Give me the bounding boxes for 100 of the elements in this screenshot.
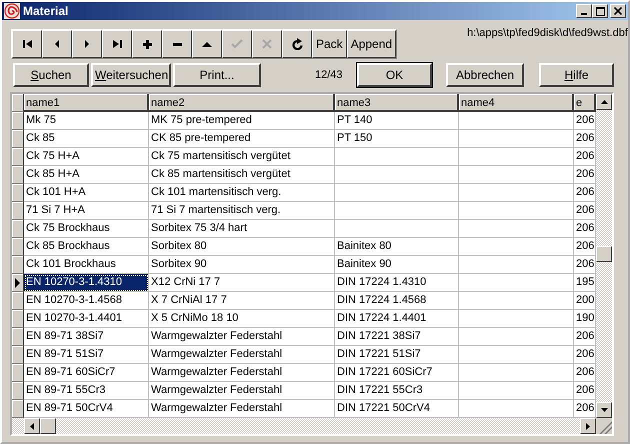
table-cell: 71 Si 7 martensitisch verg. bbox=[149, 202, 335, 220]
size-grip[interactable] bbox=[596, 418, 612, 434]
row-indicator bbox=[12, 94, 24, 112]
table-cell: Ck 85 martensitisch vergütet bbox=[149, 166, 335, 184]
table-cell: Bainitex 90 bbox=[335, 256, 459, 274]
toolbar-button[interactable]: Pack bbox=[312, 30, 347, 58]
vertical-scrollbar[interactable] bbox=[596, 94, 612, 418]
scroll-thumb[interactable] bbox=[596, 246, 612, 262]
scroll-right-button[interactable] bbox=[580, 418, 596, 434]
toolbar-button[interactable]: Append bbox=[346, 30, 396, 58]
table-cell: Warmgewalzter Federstahl bbox=[149, 364, 335, 382]
table-cell: Ck 85 bbox=[24, 130, 149, 148]
row-indicator[interactable] bbox=[12, 148, 24, 166]
table-cell: Sorbitex 75 3/4 hart bbox=[149, 220, 335, 238]
row-indicator[interactable] bbox=[12, 166, 24, 184]
row-indicator[interactable] bbox=[12, 238, 24, 256]
table-cell: EN 89-71 51Si7 bbox=[24, 346, 149, 364]
row-indicator[interactable] bbox=[12, 202, 24, 220]
table-cell: X 7 CrNiAl 17 7 bbox=[149, 292, 335, 310]
refresh-icon bbox=[292, 38, 302, 50]
dialog-button[interactable]: OK bbox=[357, 63, 432, 87]
table-cell: Ck 75 Brockhaus bbox=[24, 220, 149, 238]
table-cell: X12 CrNi 17 7 bbox=[149, 274, 335, 292]
row-indicator[interactable] bbox=[12, 346, 24, 364]
toolbar-button[interactable] bbox=[72, 30, 102, 58]
minimize-button[interactable] bbox=[576, 4, 592, 18]
toolbar-button[interactable] bbox=[12, 30, 42, 58]
scroll-down-button[interactable] bbox=[596, 402, 612, 418]
table-cell: EN 89-71 38Si7 bbox=[24, 328, 149, 346]
table-cell: Ck 75 H+A bbox=[24, 148, 149, 166]
table-cell: PT 140 bbox=[335, 112, 459, 130]
first-record-icon bbox=[22, 40, 32, 48]
toolbar-button[interactable] bbox=[42, 30, 72, 58]
plus-icon bbox=[142, 40, 152, 48]
up-triangle-icon bbox=[202, 42, 212, 46]
scroll-left-button[interactable] bbox=[24, 418, 40, 434]
toolbar-button[interactable] bbox=[192, 30, 222, 58]
up-arrow-icon bbox=[600, 100, 608, 104]
toolbar-button[interactable] bbox=[162, 30, 192, 58]
cross-icon bbox=[262, 39, 272, 49]
minus-icon bbox=[172, 42, 182, 46]
row-indicator[interactable] bbox=[12, 274, 24, 292]
dialog-button[interactable]: Abbrechen bbox=[446, 63, 524, 87]
table-cell: Ck 101 H+A bbox=[24, 184, 149, 202]
table-cell: Ck 85 H+A bbox=[24, 166, 149, 184]
column-header[interactable]: name1 bbox=[24, 94, 149, 112]
horizontal-scrollbar[interactable] bbox=[12, 418, 612, 434]
table-cell: EN 10270-3-1.4401 bbox=[24, 310, 149, 328]
scroll-thumb[interactable] bbox=[40, 418, 56, 434]
table-cell: Sorbitex 80 bbox=[149, 238, 335, 256]
table-cell: Ck 85 Brockhaus bbox=[24, 238, 149, 256]
row-indicator[interactable] bbox=[12, 364, 24, 382]
search-button[interactable]: Suchen bbox=[13, 63, 89, 87]
search-button[interactable]: Print... bbox=[173, 63, 261, 87]
row-indicator[interactable] bbox=[12, 382, 24, 400]
table-cell: EN 89-71 60SiCr7 bbox=[24, 364, 149, 382]
file-path: h:\apps\tp\fed9disk\d\fed9wst.dbf bbox=[467, 27, 628, 39]
row-indicator[interactable] bbox=[12, 130, 24, 148]
table-cell: DIN 17224 1.4401 bbox=[335, 310, 459, 328]
scroll-up-button[interactable] bbox=[596, 94, 612, 110]
dialog-button[interactable]: Hilfe bbox=[539, 63, 614, 87]
table-cell: Sorbitex 90 bbox=[149, 256, 335, 274]
search-button[interactable]: Weitersuchen bbox=[91, 63, 171, 87]
current-row-icon bbox=[15, 278, 20, 288]
table-cell: Mk 75 bbox=[24, 112, 149, 130]
close-button[interactable] bbox=[610, 4, 626, 18]
column-header[interactable]: name3 bbox=[335, 94, 459, 112]
row-indicator[interactable] bbox=[12, 292, 24, 310]
table-cell: 71 Si 7 H+A bbox=[24, 202, 149, 220]
table-cell: DIN 17221 60SiCr7 bbox=[335, 364, 459, 382]
previous-icon bbox=[55, 40, 59, 48]
table-cell: DIN 17221 38Si7 bbox=[335, 328, 459, 346]
table-cell: MK 75 pre-tempered bbox=[149, 112, 335, 130]
table-cell: EN 89-71 55Cr3 bbox=[24, 382, 149, 400]
table-cell: DIN 17224 1.4310 bbox=[335, 274, 459, 292]
table-cell: X 5 CrNiMo 18 10 bbox=[149, 310, 335, 328]
table-cell: Ck 101 martensitisch verg. bbox=[149, 184, 335, 202]
table-cell: EN 10270-3-1.4568 bbox=[24, 292, 149, 310]
row-indicator[interactable] bbox=[12, 328, 24, 346]
record-counter: 12/43 bbox=[315, 69, 343, 81]
row-indicator[interactable] bbox=[12, 310, 24, 328]
table-cell: Bainitex 80 bbox=[335, 238, 459, 256]
maximize-button[interactable] bbox=[592, 4, 608, 18]
row-indicator[interactable] bbox=[12, 220, 24, 238]
left-arrow-icon bbox=[30, 422, 34, 430]
column-header[interactable]: name4 bbox=[459, 94, 574, 112]
toolbar-button[interactable] bbox=[132, 30, 162, 58]
table-cell: Warmgewalzter Federstahl bbox=[149, 346, 335, 364]
toolbar-button[interactable] bbox=[102, 30, 132, 58]
row-indicator[interactable] bbox=[12, 400, 24, 418]
row-indicator[interactable] bbox=[12, 256, 24, 274]
table-cell: Warmgewalzter Federstahl bbox=[149, 328, 335, 346]
column-header[interactable]: e bbox=[574, 94, 596, 112]
column-header[interactable]: name2 bbox=[149, 94, 335, 112]
row-indicator[interactable] bbox=[12, 112, 24, 130]
row-indicator[interactable] bbox=[12, 184, 24, 202]
check-icon bbox=[231, 39, 243, 49]
toolbar-button[interactable] bbox=[282, 30, 312, 58]
table-cell: DIN 17224 1.4568 bbox=[335, 292, 459, 310]
table-cell: Warmgewalzter Federstahl bbox=[149, 382, 335, 400]
